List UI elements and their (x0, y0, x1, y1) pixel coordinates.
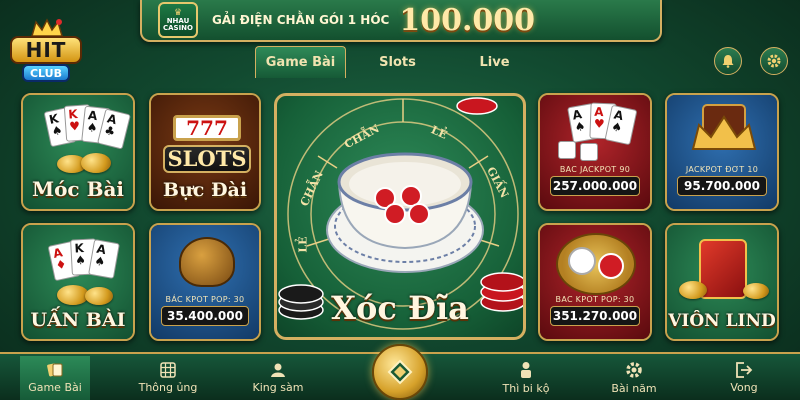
nav-label: King sàm (252, 381, 304, 394)
coin-icon (85, 287, 113, 305)
game-tile-xoc-jackpot[interactable]: BAC KPOT POP: 30 351.270.000 (538, 223, 652, 341)
tile-title: Bực Đài (162, 179, 248, 201)
coin-icon (81, 153, 111, 173)
nav-vong[interactable]: Vong (708, 356, 780, 400)
jackpot-panel: BÁC KPOT POP: 30 35.400.000 (161, 295, 249, 331)
game-tile-moc-bai[interactable]: K ♠ K ♥ A ♠ A ♣ Móc Bài (21, 93, 135, 211)
jackpot-label: BÁC KPOT POP: 30 (165, 295, 245, 304)
user-icon (271, 363, 285, 377)
crown-icon (691, 104, 757, 150)
logo[interactable]: HIT CLUB (6, 18, 88, 88)
jackpot-value: 35.400.000 (161, 306, 249, 326)
nav-bai-nam[interactable]: Bài năm (596, 356, 672, 400)
jackpot-value: 257.000.000 (550, 176, 640, 196)
banner-text: GẢI ĐIỆN CHẰN GÓI 1 HÓC (212, 13, 390, 27)
jackpot-panel: BAC KPOT POP: 30 351.270.000 (550, 295, 640, 331)
jackpot-label: BAC JACKPOT 90 (559, 165, 631, 174)
center-title: Xóc Đĩa (331, 289, 469, 327)
nav-thong-ung[interactable]: Thông ủng (130, 356, 206, 400)
slots-sign: SLOTS (163, 145, 251, 173)
game-tile-vion-lind[interactable]: VIÔN LIND (665, 223, 779, 341)
jackpot-panel: BAC JACKPOT 90 257.000.000 (550, 165, 640, 201)
coin-icon (679, 281, 707, 299)
slot-reels: 777 (173, 115, 241, 141)
nav-label: Thông ủng (138, 381, 198, 394)
settings-button[interactable] (760, 47, 788, 75)
game-tile-crown-jackpot[interactable]: JACKPOT ĐƠT 10 95.700.000 (665, 93, 779, 211)
nav-king-sam[interactable]: King sàm (240, 356, 316, 400)
character-art (179, 237, 235, 287)
gear-icon (767, 54, 781, 68)
crown-icon (31, 18, 63, 37)
diamond-icon (387, 359, 413, 385)
banner-amount: 100.000 (399, 2, 536, 38)
settings-icon (626, 362, 642, 378)
nav-label: Vong (730, 381, 758, 394)
game-tile-uan-bai[interactable]: A ♦ K ♠ A ♠ UẤN BÀI (21, 223, 135, 341)
tile-title: VIÔN LIND (668, 311, 776, 331)
logo-hit-text: HIT (10, 36, 82, 64)
tab-live[interactable]: Live (449, 46, 540, 78)
nav-thi-bi-ko[interactable]: Thì bi kộ (488, 356, 564, 400)
game-tabs: Game Bài Slots Live (255, 46, 540, 78)
notifications-button[interactable] (714, 47, 742, 75)
dice-icon (580, 143, 598, 161)
tile-title: Móc Bài (31, 177, 125, 201)
bell-icon (722, 55, 734, 68)
nav-label: Bài năm (611, 382, 657, 395)
nav-label: Game Bài (28, 381, 82, 394)
game-tile-bac-jackpot[interactable]: A ♠ A ♥ A ♠ BAC JACKPOT 90 257.000.000 (538, 93, 652, 211)
cards-icon (47, 363, 63, 377)
casino-badge: ♛ NHAU CASINO (158, 2, 198, 38)
game-tile-xoc-dia[interactable]: CHẴN LẺ CHẴN LẺ GIẤN Xóc Đĩa (274, 93, 526, 340)
grid-icon (160, 362, 176, 378)
person-icon (521, 362, 531, 378)
jackpot-value: 95.700.000 (677, 176, 767, 196)
game-tile-slots[interactable]: 777 SLOTS Bực Đài (149, 93, 261, 211)
home-button[interactable] (372, 344, 428, 400)
chip-icon (568, 247, 596, 275)
dice-icon (558, 141, 576, 159)
jackpot-label: JACKPOT ĐƠT 10 (685, 165, 759, 174)
nav-label: Thì bi kộ (502, 382, 550, 395)
promo-banner[interactable]: ♛ NHAU CASINO GẢI ĐIỆN CHẰN GÓI 1 HÓC 10… (140, 0, 662, 42)
logo-club-text: CLUB (22, 64, 70, 82)
tab-game-bai[interactable]: Game Bài (255, 46, 347, 78)
badge-bottom-text: CASINO (162, 23, 193, 32)
ring-label: LẺ (296, 236, 310, 253)
chip-icon (598, 253, 624, 279)
coin-icon (743, 283, 769, 299)
exit-icon (736, 362, 753, 378)
jackpot-value: 351.270.000 (550, 306, 640, 326)
tile-title: UẤN BÀI (30, 309, 126, 331)
game-tile-slot-jackpot[interactable]: BÁC KPOT POP: 30 35.400.000 (149, 223, 261, 341)
tab-slots[interactable]: Slots (352, 46, 443, 78)
nav-game-bai[interactable]: Game Bài (20, 356, 90, 400)
jackpot-panel: JACKPOT ĐƠT 10 95.700.000 (677, 165, 767, 201)
jackpot-label: BAC KPOT POP: 30 (555, 295, 635, 304)
